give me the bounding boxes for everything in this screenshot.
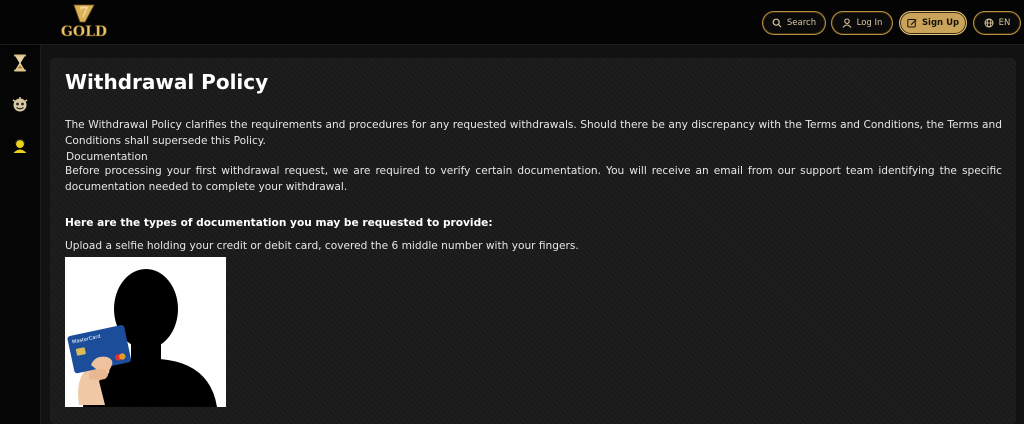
sidebar: [0, 0, 41, 424]
selfie-example-image: MasterCard: [65, 257, 226, 407]
top-header: 7 GOLD Search Log In Sign Up EN: [0, 0, 1024, 45]
documentation-types-heading: Here are the types of documentation you …: [65, 217, 493, 229]
documentation-paragraph: Before processing your first withdrawal …: [65, 165, 1002, 193]
gamepad-icon[interactable]: [10, 95, 30, 115]
user-support-icon[interactable]: [10, 136, 30, 156]
site-logo[interactable]: 7 GOLD: [60, 2, 108, 42]
logo-text: GOLD: [61, 24, 107, 40]
login-label: Log In: [856, 18, 883, 28]
logo-number: 7: [79, 5, 89, 21]
edit-icon: [907, 19, 917, 28]
page-title: Withdrawal Policy: [65, 70, 269, 94]
hourglass-icon[interactable]: [10, 53, 30, 73]
signup-label: Sign Up: [921, 18, 960, 28]
language-selector[interactable]: EN: [973, 11, 1021, 35]
selfie-instruction: Upload a selfie holding your credit or d…: [65, 240, 579, 252]
language-label: EN: [998, 18, 1011, 28]
intro-paragraph: The Withdrawal Policy clarifies the requ…: [65, 119, 1002, 147]
globe-icon: [984, 18, 994, 28]
signup-button[interactable]: Sign Up: [899, 11, 967, 35]
user-icon: [842, 18, 852, 28]
search-icon: [772, 18, 782, 28]
search-label: Search: [786, 18, 817, 28]
login-button[interactable]: Log In: [831, 11, 893, 35]
search-button[interactable]: Search: [762, 11, 826, 35]
